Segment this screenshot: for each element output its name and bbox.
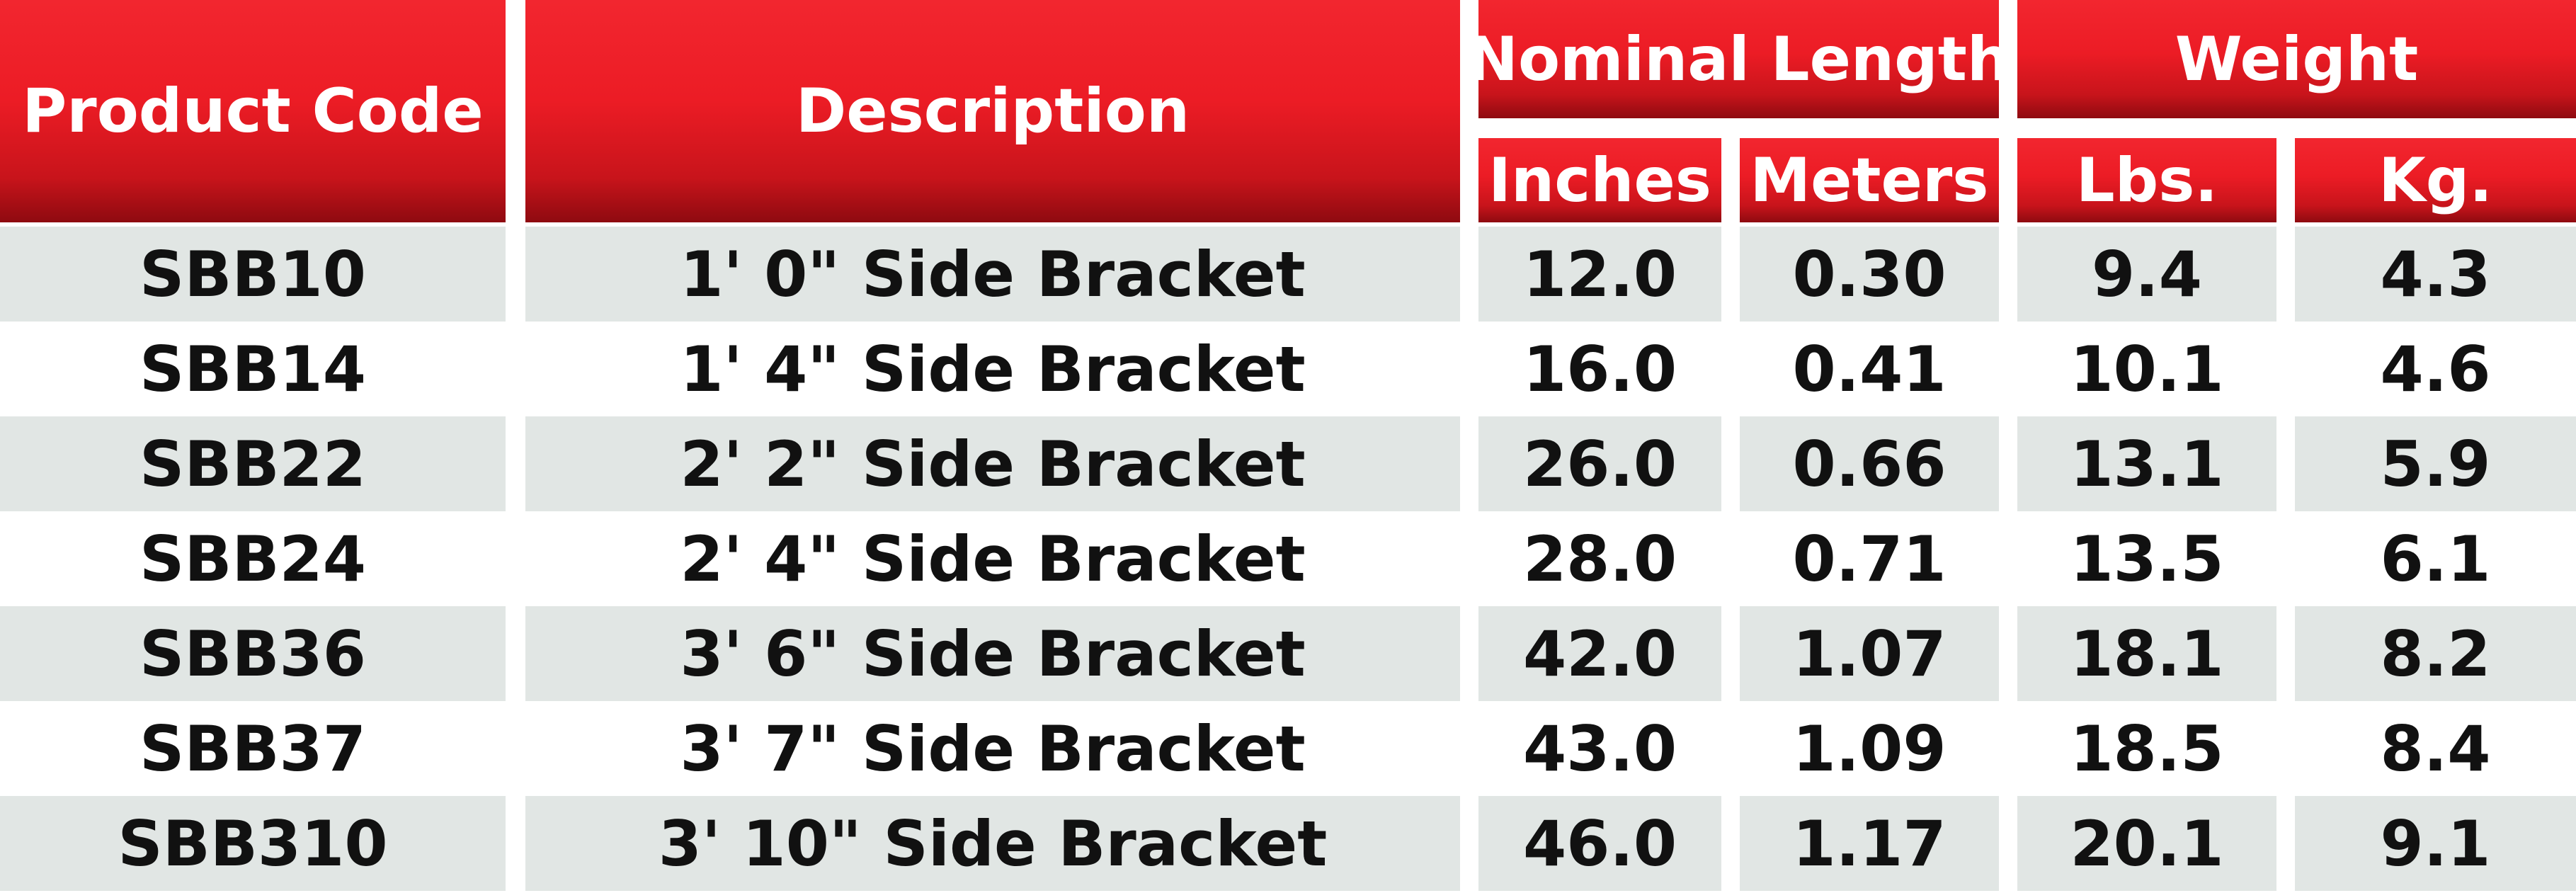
spec-table: Product Code Description Nominal Length … [0, 0, 2576, 893]
cell-product-code: SBB14 [0, 322, 506, 416]
cell-kg: 4.3 [2295, 227, 2576, 322]
cell-description: 1' 4" Side Bracket [525, 322, 1460, 416]
header-lbs: Lbs. [2017, 138, 2276, 222]
cell-inches: 16.0 [1478, 322, 1721, 416]
cell-description: 2' 4" Side Bracket [525, 511, 1460, 606]
cell-kg: 6.1 [2295, 511, 2576, 606]
cell-kg: 8.4 [2295, 701, 2576, 796]
cell-meters: 1.09 [1740, 701, 1999, 796]
cell-inches: 28.0 [1478, 511, 1721, 606]
cell-inches: 26.0 [1478, 416, 1721, 511]
cell-product-code: SBB22 [0, 416, 506, 511]
cell-description: 2' 2" Side Bracket [525, 416, 1460, 511]
cell-lbs: 18.5 [2017, 701, 2276, 796]
header-product-code: Product Code [0, 0, 506, 222]
cell-inches: 42.0 [1478, 606, 1721, 701]
cell-meters: 0.66 [1740, 416, 1999, 511]
cell-product-code: SBB24 [0, 511, 506, 606]
cell-meters: 1.17 [1740, 796, 1999, 891]
cell-inches: 46.0 [1478, 796, 1721, 891]
cell-lbs: 10.1 [2017, 322, 2276, 416]
cell-kg: 5.9 [2295, 416, 2576, 511]
cell-inches: 43.0 [1478, 701, 1721, 796]
cell-product-code: SBB10 [0, 227, 506, 322]
cell-lbs: 20.1 [2017, 796, 2276, 891]
cell-description: 3' 6" Side Bracket [525, 606, 1460, 701]
cell-lbs: 13.5 [2017, 511, 2276, 606]
header-nominal-length: Nominal Length [1467, 0, 2010, 118]
cell-kg: 9.1 [2295, 796, 2576, 891]
cell-product-code: SBB36 [0, 606, 506, 701]
cell-description: 3' 7" Side Bracket [525, 701, 1460, 796]
header-kg: Kg. [2295, 138, 2576, 222]
cell-meters: 1.07 [1740, 606, 1999, 701]
header-meters: Meters [1740, 138, 1999, 222]
cell-description: 3' 10" Side Bracket [525, 796, 1460, 891]
cell-kg: 8.2 [2295, 606, 2576, 701]
cell-kg: 4.6 [2295, 322, 2576, 416]
cell-lbs: 18.1 [2017, 606, 2276, 701]
cell-description: 1' 0" Side Bracket [525, 227, 1460, 322]
cell-meters: 0.71 [1740, 511, 1999, 606]
cell-product-code: SBB310 [0, 796, 506, 891]
cell-meters: 0.41 [1740, 322, 1999, 416]
cell-lbs: 9.4 [2017, 227, 2276, 322]
header-weight: Weight [2017, 0, 2576, 118]
cell-meters: 0.30 [1740, 227, 1999, 322]
header-inches: Inches [1478, 138, 1721, 222]
cell-lbs: 13.1 [2017, 416, 2276, 511]
cell-inches: 12.0 [1478, 227, 1721, 322]
cell-product-code: SBB37 [0, 701, 506, 796]
header-description: Description [525, 0, 1460, 222]
